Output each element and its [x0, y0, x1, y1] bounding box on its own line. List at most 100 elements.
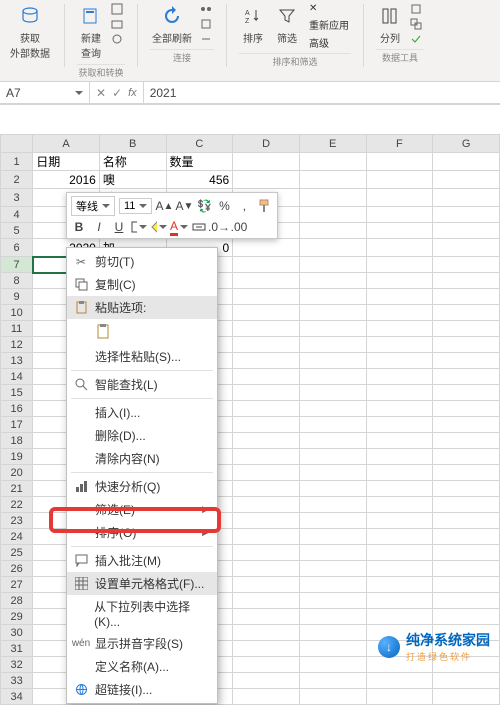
row-header[interactable]: 26 — [1, 561, 33, 577]
from-table-button[interactable] — [109, 17, 125, 31]
cell[interactable] — [433, 465, 500, 481]
border-button[interactable] — [131, 219, 147, 235]
cell[interactable] — [299, 433, 366, 449]
row-header[interactable]: 27 — [1, 577, 33, 593]
cell[interactable] — [233, 593, 300, 609]
row-header[interactable]: 7 — [1, 257, 33, 273]
cell[interactable] — [299, 337, 366, 353]
font-color-button[interactable]: A — [171, 219, 187, 235]
ctx-filter[interactable]: 筛选(E)▶ — [67, 498, 217, 521]
cell[interactable] — [299, 481, 366, 497]
row-header[interactable]: 14 — [1, 369, 33, 385]
cell[interactable] — [433, 561, 500, 577]
italic-button[interactable]: I — [91, 219, 107, 235]
col-header-c[interactable]: C — [166, 135, 233, 153]
cell[interactable] — [366, 561, 433, 577]
cell[interactable] — [433, 449, 500, 465]
cell[interactable] — [433, 289, 500, 305]
row-header[interactable]: 20 — [1, 465, 33, 481]
cell[interactable] — [366, 337, 433, 353]
cell[interactable] — [233, 273, 300, 289]
cell[interactable] — [233, 153, 300, 171]
cell[interactable] — [299, 305, 366, 321]
cell[interactable] — [233, 401, 300, 417]
cell[interactable] — [233, 513, 300, 529]
row-header[interactable]: 3 — [1, 189, 33, 207]
cell[interactable] — [233, 417, 300, 433]
advanced-filter-button[interactable]: 高级 — [307, 34, 351, 51]
cell[interactable] — [233, 289, 300, 305]
text-to-columns-button[interactable]: 分列 — [376, 2, 404, 47]
row-header[interactable]: 25 — [1, 545, 33, 561]
flash-fill-button[interactable] — [408, 2, 424, 16]
row-header[interactable]: 9 — [1, 289, 33, 305]
row-header[interactable]: 11 — [1, 321, 33, 337]
col-header-d[interactable]: D — [233, 135, 300, 153]
cell[interactable] — [233, 529, 300, 545]
row-header[interactable]: 21 — [1, 481, 33, 497]
cell[interactable] — [366, 305, 433, 321]
ctx-copy[interactable]: 复制(C) — [67, 273, 217, 296]
decrease-decimal-button[interactable]: .0→ — [211, 219, 227, 235]
cell[interactable] — [366, 577, 433, 593]
cell[interactable] — [233, 449, 300, 465]
row-header[interactable]: 33 — [1, 673, 33, 689]
cell[interactable] — [233, 171, 300, 189]
cell[interactable] — [433, 369, 500, 385]
cell[interactable] — [366, 189, 433, 207]
row-header[interactable]: 22 — [1, 497, 33, 513]
cell[interactable] — [366, 529, 433, 545]
cell[interactable] — [366, 513, 433, 529]
paste-default-button[interactable] — [93, 321, 115, 343]
cell[interactable] — [433, 577, 500, 593]
cell[interactable] — [299, 273, 366, 289]
cell[interactable] — [366, 609, 433, 625]
row-header[interactable]: 15 — [1, 385, 33, 401]
row-header[interactable]: 8 — [1, 273, 33, 289]
cell[interactable] — [433, 171, 500, 189]
accounting-format-button[interactable]: 💱 — [196, 198, 212, 214]
cell[interactable] — [366, 593, 433, 609]
cell[interactable] — [366, 353, 433, 369]
sort-button[interactable]: AZ 排序 — [239, 2, 267, 47]
cell[interactable] — [433, 385, 500, 401]
row-header[interactable]: 17 — [1, 417, 33, 433]
ctx-quick-analysis[interactable]: 快速分析(Q) — [67, 475, 217, 498]
cell[interactable] — [299, 673, 366, 689]
cell[interactable] — [299, 529, 366, 545]
cell[interactable]: 2016 — [33, 171, 100, 189]
cell[interactable] — [233, 545, 300, 561]
formula-input[interactable]: 2021 — [144, 82, 500, 103]
cell[interactable] — [433, 273, 500, 289]
properties-button[interactable] — [198, 17, 214, 31]
col-header-f[interactable]: F — [366, 135, 433, 153]
row-header[interactable]: 2 — [1, 171, 33, 189]
cell[interactable]: 名称 — [99, 153, 166, 171]
increase-decimal-button[interactable]: .00 — [231, 219, 247, 235]
cell[interactable] — [233, 239, 300, 257]
cell[interactable] — [433, 337, 500, 353]
row-header[interactable]: 6 — [1, 239, 33, 257]
fill-color-button[interactable] — [151, 219, 167, 235]
row-header[interactable]: 28 — [1, 593, 33, 609]
cell[interactable] — [299, 153, 366, 171]
cell[interactable] — [233, 465, 300, 481]
cell[interactable] — [233, 481, 300, 497]
row-header[interactable]: 19 — [1, 449, 33, 465]
cell[interactable] — [366, 497, 433, 513]
cell[interactable] — [433, 481, 500, 497]
col-header-b[interactable]: B — [99, 135, 166, 153]
cell[interactable] — [366, 689, 433, 705]
show-queries-button[interactable] — [109, 2, 125, 16]
ctx-define-name[interactable]: 定义名称(A)... — [67, 655, 217, 678]
cell[interactable] — [366, 385, 433, 401]
percent-format-button[interactable]: % — [216, 198, 232, 214]
refresh-all-button[interactable]: 全部刷新 — [150, 2, 194, 47]
cell[interactable] — [433, 353, 500, 369]
ctx-delete[interactable]: 删除(D)... — [67, 424, 217, 447]
row-header[interactable]: 29 — [1, 609, 33, 625]
cell[interactable] — [233, 497, 300, 513]
cell[interactable] — [366, 153, 433, 171]
cell[interactable] — [233, 625, 300, 641]
cell[interactable] — [366, 257, 433, 273]
